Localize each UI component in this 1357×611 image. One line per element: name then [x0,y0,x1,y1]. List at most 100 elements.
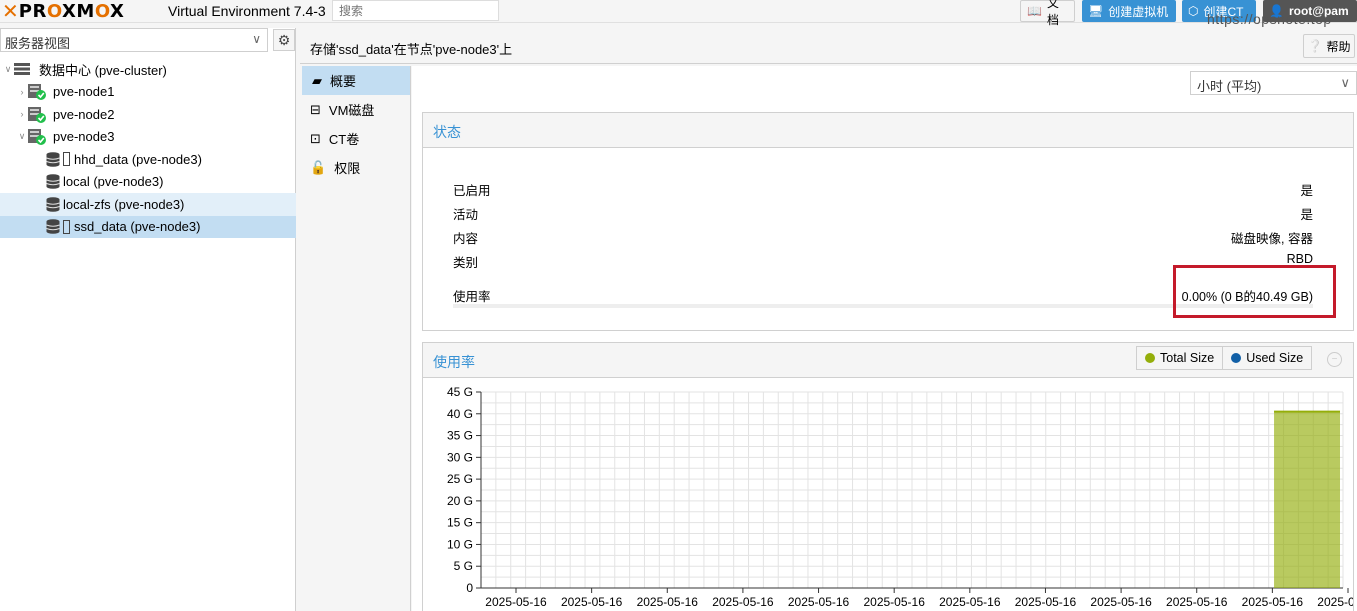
resource-tree-panel: 服务器视图 ∨ ⚙ ∨ 数据中心 (pve-cluster) › pve-nod… [0,28,296,611]
x-tick-label: 2025-05-16 [712,595,774,609]
tree-item-label: hhd_data (pve-node3) [74,151,202,167]
create-vm-button[interactable]: 🖥 创建虚拟机 [1082,0,1176,22]
server-online-icon [28,129,46,146]
tree-item-ssd-data[interactable]: ssd_data (pve-node3) [0,215,296,238]
x-tick-label: 2025-05-16 [1317,595,1353,609]
status-value: 磁盘映像, 容器 [1231,232,1313,246]
storage-icon [46,196,60,212]
usage-chart: 45 G 40 G 35 G 30 G 25 G 20 G 15 G 10 G 5 G 0 2025… [447,385,1353,609]
monitor-icon: 🖥 [1088,4,1104,18]
x-tick-label: 2025-05-16 [1090,595,1152,609]
tree-item-hhd-data[interactable]: hhd_data (pve-node3) [0,148,296,171]
y-tick-label: 15 G [447,516,473,530]
x-tick-label: 2025-05-16 [788,595,850,609]
tree-item-pve-node2[interactable]: › pve-node2 [0,103,296,126]
usage-chart-panel: 使用率 Total Size Used Size − 45 G 40 G 35 G3… [422,342,1354,611]
unlock-icon: 🔓 [310,159,327,175]
help-button[interactable]: ❔ 帮助 [1303,34,1355,58]
annotation-highlight-box [1173,265,1336,318]
tree-item-label: pve-node3 [53,129,115,145]
ct-volume-icon: ⊡ [310,130,321,146]
expand-icon[interactable]: › [17,87,27,97]
series-area-total-size [1274,411,1340,588]
y-tick-label: 0 [466,581,473,595]
tree-item-label: local (pve-node3) [63,174,164,190]
tab-ct-volumes[interactable]: ⊡ CT卷 [300,124,410,153]
version-label: Virtual Environment 7.4-3 [168,3,326,19]
chevron-down-icon: ∨ [252,32,261,46]
proxmox-logo: ✕ PROXMOX [2,0,124,23]
y-tick-label: 30 G [447,450,473,464]
watermark: https://opsnote.top [1207,11,1332,27]
page-title: 存储'ssd_data'在节点'pve-node3'上 [310,42,513,57]
docs-button[interactable]: 📖 文档 [1020,0,1075,27]
storage-icon [46,174,60,190]
tab-summary[interactable]: ▰ 概要 [302,66,410,95]
status-label: 使用率 [453,290,491,304]
server-online-icon [28,106,46,123]
x-tick-label: 2025-05-16 [637,595,699,609]
view-selector[interactable]: 服务器视图 ∨ [0,28,268,52]
tree-item-pve-node3[interactable]: ∨ pve-node3 [0,126,296,149]
gear-icon[interactable]: ⚙ [273,29,295,51]
storage-subnav: ▰ 概要 ⊟ VM磁盘 ⊡ CT卷 🔓 权限 [300,66,411,611]
timeframe-selector[interactable]: 小时 (平均) ∨ [1190,71,1357,95]
storage-icon [46,151,60,167]
tree-item-datacenter[interactable]: ∨ 数据中心 (pve-cluster) [0,58,296,81]
tree-item-pve-node1[interactable]: › pve-node1 [0,81,296,104]
tree-item-label: pve-node2 [53,106,115,122]
tree-item-label: local-zfs (pve-node3) [63,196,185,212]
x-tick-label: 2025-05-16 [1015,595,1077,609]
status-row-enabled: 已启用 是 [453,180,1313,199]
timeframe-label: 小时 (平均) [1197,79,1262,94]
y-tick-label: 25 G [447,472,473,486]
x-tick-label: 2025-05-16 [863,595,925,609]
summary-content: 小时 (平均) ∨ 状态 已启用 是 活动 是 内容 磁盘映像, 容器 类别 R… [412,66,1357,611]
tree-item-local[interactable]: local (pve-node3) [0,171,296,194]
tree-item-label: pve-node1 [53,84,115,100]
legend-item-used-size[interactable]: Used Size [1223,347,1311,369]
legend-dot [1231,353,1242,363]
content-header: 存储'ssd_data'在节点'pve-node3'上 ❔ 帮助 [300,28,1357,64]
x-tick-label: 2025-05-16 [1166,595,1228,609]
docs-label: 文档 [1046,0,1059,27]
search-input[interactable] [332,0,499,21]
expand-icon[interactable]: › [17,109,27,119]
chart-legend: Total Size Used Size [1136,346,1313,370]
tree-item-label: ssd_data (pve-node3) [74,219,201,235]
hdd-icon: ⊟ [310,101,321,117]
collapse-icon[interactable]: ∨ [3,64,13,75]
tab-label: 权限 [334,161,361,176]
x-tick-label: 2025-05-16 [561,595,623,609]
status-label: 活动 [453,208,479,222]
x-tick-label: 2025-05-16 [939,595,1001,609]
status-value: 是 [1300,208,1313,222]
storage-icon [46,219,60,235]
top-toolbar: ✕ PROXMOX Virtual Environment 7.4-3 📖 文档… [0,0,1357,27]
tab-label: 概要 [330,74,357,89]
proxmox-x-icon: ✕ [2,0,19,23]
tab-permissions[interactable]: 🔓 权限 [300,153,410,182]
cube-icon: ⬡ [1188,4,1199,18]
status-value: 是 [1300,184,1313,198]
collapse-panel-icon[interactable]: − [1327,352,1342,367]
book-icon: 📖 [1027,4,1042,18]
status-label: 已启用 [453,184,491,198]
tab-label: CT卷 [328,132,360,147]
status-label: 类别 [453,256,479,270]
y-tick-label: 5 G [454,559,473,573]
storage-status-icon [63,152,70,167]
status-row-active: 活动 是 [453,204,1313,223]
tab-label: VM磁盘 [328,103,375,118]
x-tick-label: 2025-05-16 [485,595,547,609]
y-tick-label: 40 G [447,407,473,421]
status-row-content: 内容 磁盘映像, 容器 [453,228,1313,247]
legend-dot [1145,353,1155,363]
tree-item-local-zfs[interactable]: local-zfs (pve-node3) [0,193,296,216]
tab-vm-disks[interactable]: ⊟ VM磁盘 [300,95,410,124]
status-label: 内容 [453,232,479,246]
legend-item-total-size[interactable]: Total Size [1137,347,1224,369]
server-online-icon [28,84,46,101]
collapse-icon[interactable]: ∨ [17,131,27,142]
legend-label: Total Size [1160,351,1215,365]
